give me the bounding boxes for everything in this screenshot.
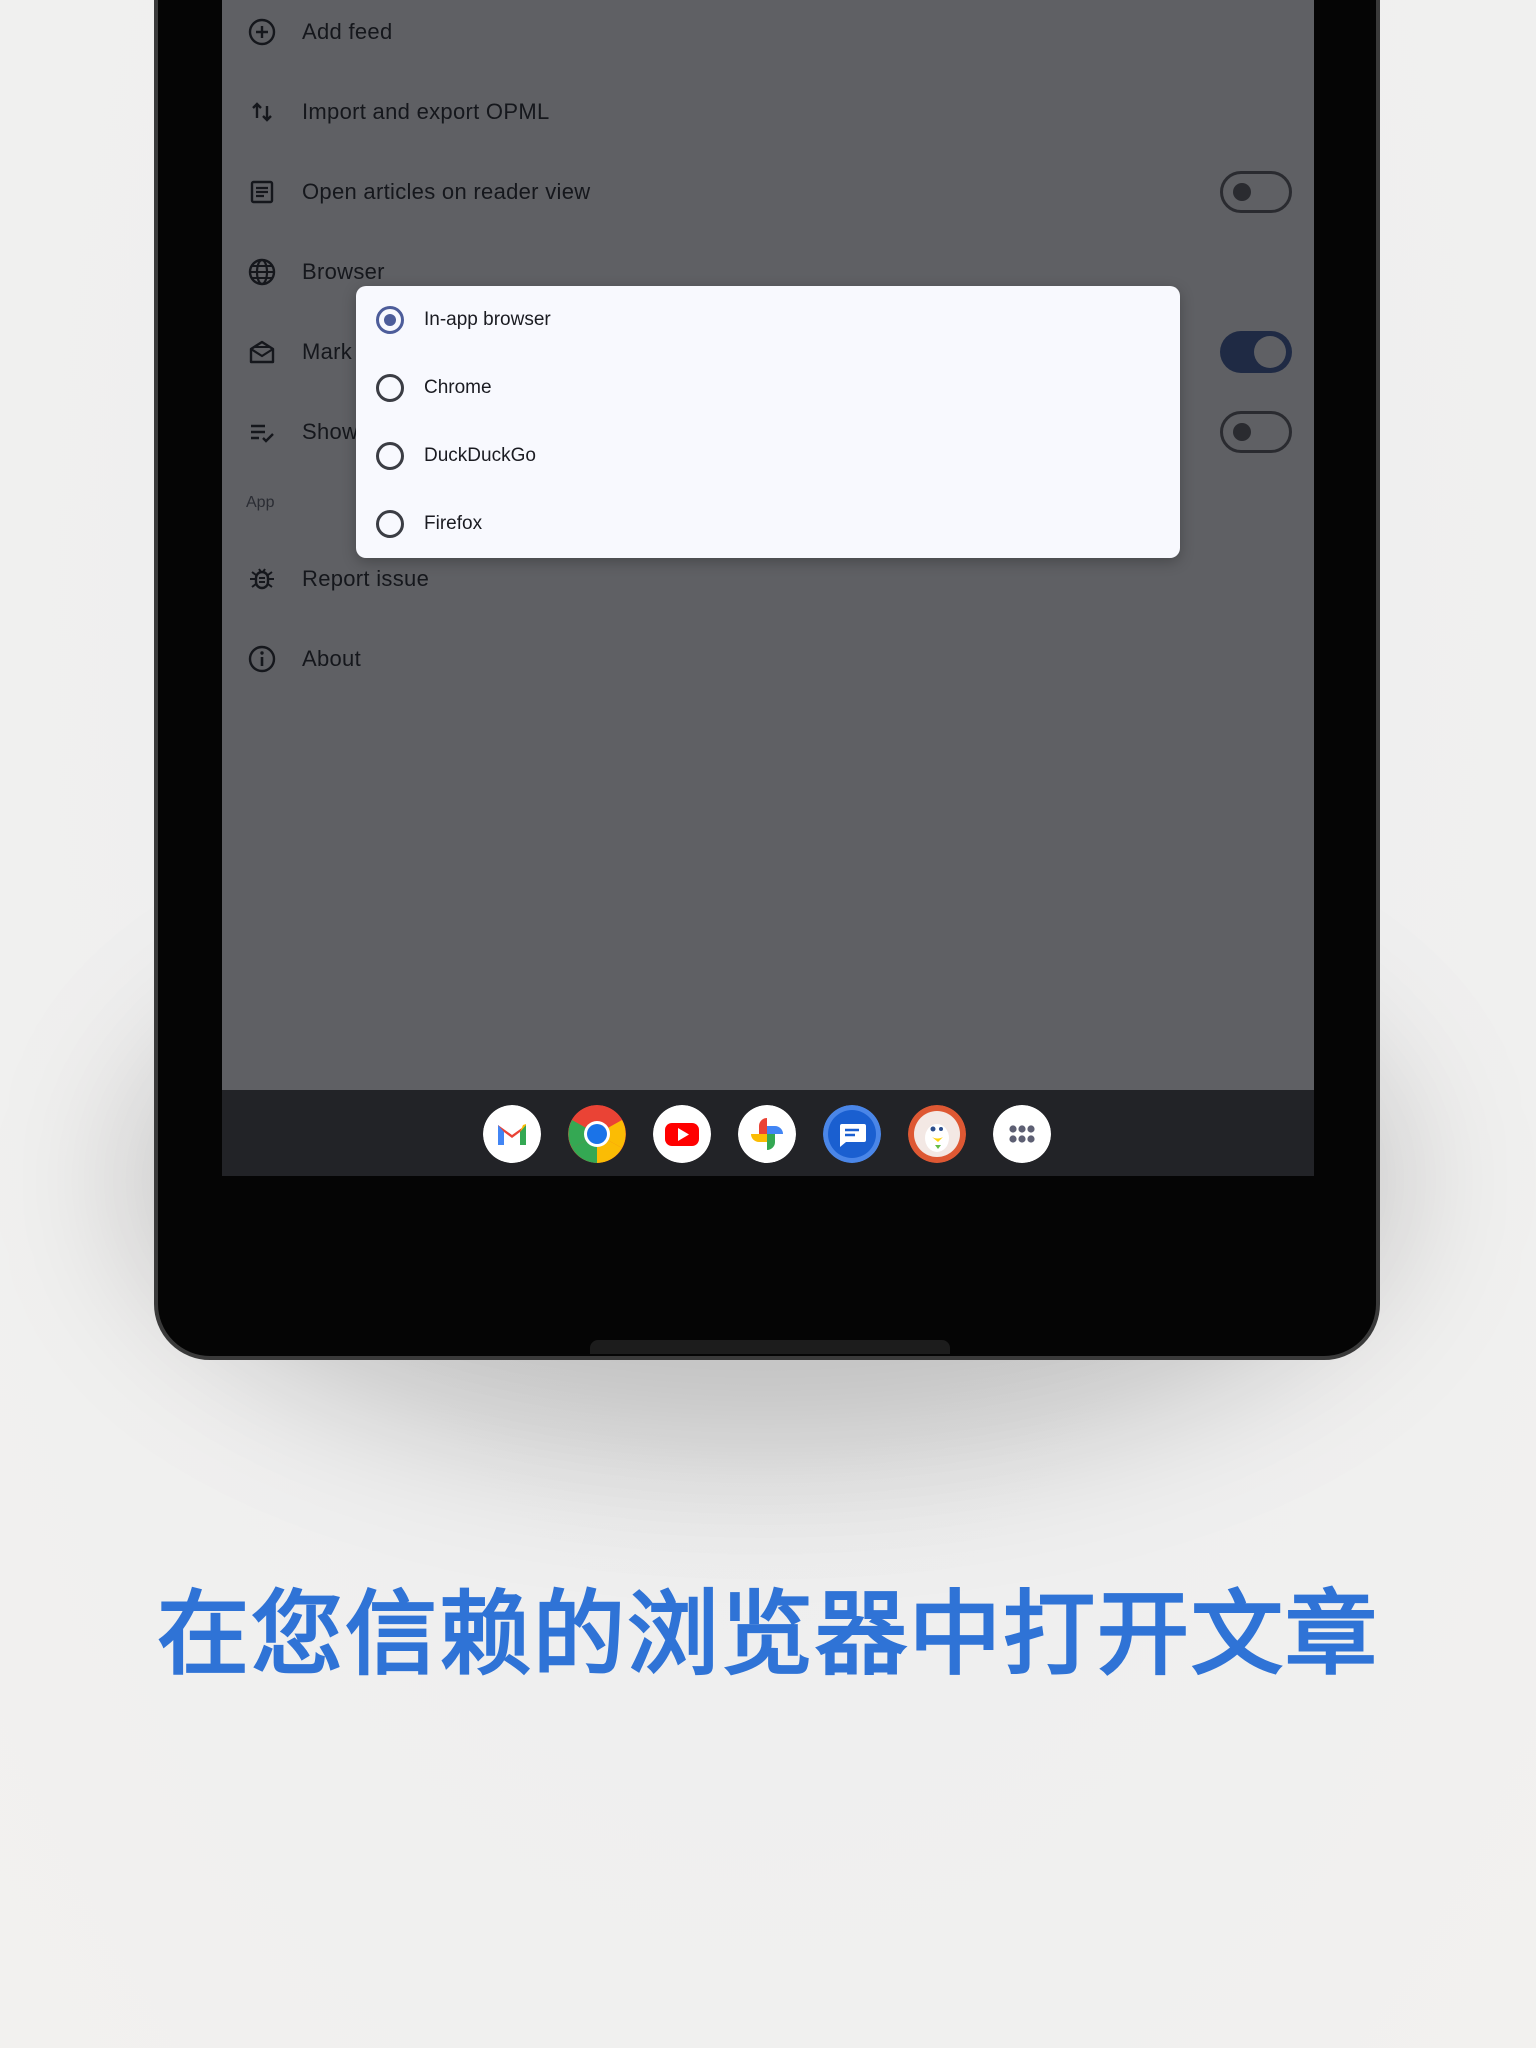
gmail-icon[interactable]: [483, 1105, 541, 1163]
duckduckgo-icon[interactable]: [908, 1105, 966, 1163]
bug-icon: [246, 563, 278, 595]
radio-selected[interactable]: [376, 306, 404, 334]
info-icon: [246, 643, 278, 675]
settings-row-label: Open articles on reader view: [302, 179, 591, 204]
settings-row-label: Import and export OPML: [302, 99, 550, 124]
settings-row-label: Report issue: [302, 566, 430, 591]
reader-view-toggle[interactable]: [1220, 171, 1292, 213]
radio-unselected[interactable]: [376, 374, 404, 402]
settings-row-label: Show: [302, 419, 359, 444]
device-screen: Add feed Import and export OPML Open art…: [222, 0, 1314, 1176]
mark-read-icon: [246, 336, 278, 368]
settings-row-label: Mark: [302, 339, 353, 364]
section-header-app: App: [246, 494, 275, 511]
tablet-notch: [590, 1340, 950, 1354]
settings-row-reader-view[interactable]: Open articles on reader view: [222, 152, 1314, 232]
add-circle-icon: [246, 16, 278, 48]
option-label: DuckDuckGo: [424, 445, 536, 466]
radio-unselected[interactable]: [376, 510, 404, 538]
mark-toggle[interactable]: [1220, 331, 1292, 373]
checklist-icon: [246, 416, 278, 448]
option-label: Chrome: [424, 377, 492, 398]
option-label: Firefox: [424, 513, 483, 534]
option-label: In-app browser: [424, 309, 551, 330]
taskbar-dock: [222, 1090, 1314, 1176]
messages-icon[interactable]: [823, 1105, 881, 1163]
chrome-icon[interactable]: [568, 1105, 626, 1163]
app-drawer-icon[interactable]: [993, 1105, 1051, 1163]
youtube-icon[interactable]: [653, 1105, 711, 1163]
option-in-app-browser[interactable]: In-app browser: [356, 286, 1180, 354]
settings-row-label: About: [302, 646, 361, 671]
settings-row-import-export-opml[interactable]: Import and export OPML: [222, 72, 1314, 152]
radio-unselected[interactable]: [376, 442, 404, 470]
settings-row-label: Add feed: [302, 19, 393, 44]
settings-row-add-feed[interactable]: Add feed: [222, 0, 1314, 72]
settings-row-label: Browser: [302, 259, 385, 284]
article-icon: [246, 176, 278, 208]
globe-icon: [246, 256, 278, 288]
photos-icon[interactable]: [738, 1105, 796, 1163]
swap-vertical-icon: [246, 96, 278, 128]
browser-choice-dialog: In-app browser Chrome DuckDuckGo Firefox: [356, 286, 1180, 558]
option-firefox[interactable]: Firefox: [356, 490, 1180, 558]
option-duckduckgo[interactable]: DuckDuckGo: [356, 422, 1180, 490]
option-chrome[interactable]: Chrome: [356, 354, 1180, 422]
settings-row-about[interactable]: About: [222, 619, 1314, 699]
show-toggle[interactable]: [1220, 411, 1292, 453]
promo-caption: 在您信赖的浏览器中打开文章: [156, 1581, 1379, 1688]
